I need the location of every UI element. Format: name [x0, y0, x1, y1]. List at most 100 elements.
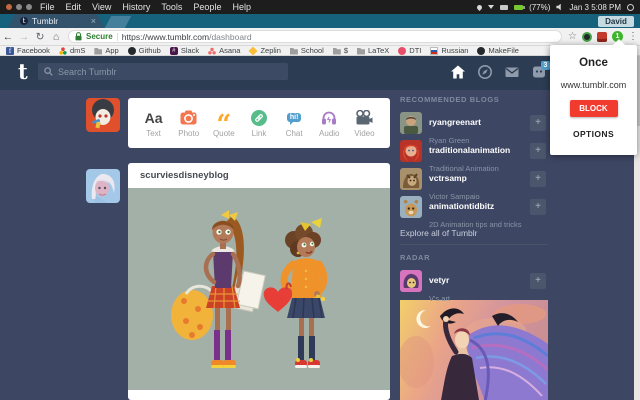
tab-tumblr[interactable]: t Tumblr ×	[8, 14, 104, 28]
network-icon[interactable]	[488, 5, 494, 9]
sidebar-divider	[400, 244, 548, 245]
bookmark-facebook[interactable]: fFacebook	[6, 46, 50, 55]
menu-edit[interactable]: Edit	[66, 2, 82, 12]
blog-row-traditionalanimation[interactable]: traditionalanimationTraditional Animatio…	[400, 140, 548, 168]
blog-avatar	[400, 140, 422, 162]
user-avatar[interactable]	[86, 98, 120, 132]
blog-row-vetyr[interactable]: vetyrV's art +	[400, 270, 548, 298]
bookmark-money-folder[interactable]: $	[333, 46, 348, 55]
follow-button[interactable]: +	[530, 273, 546, 289]
search-input[interactable]	[58, 67, 258, 77]
blog-name[interactable]: traditionalanimation	[429, 145, 510, 155]
radar-artwork[interactable]	[400, 300, 548, 400]
browser-toolbar: ← → ↻ ⌂ Secure https://www.tumblr.com/da…	[0, 28, 640, 46]
blog-name[interactable]: animationtidbitz	[429, 201, 494, 211]
back-button[interactable]: ←	[0, 31, 16, 43]
follow-button[interactable]: +	[530, 171, 546, 187]
blog-row-animationtidbitz[interactable]: animationtidbitz2D Animation tips and tr…	[400, 196, 548, 224]
secure-lock-icon	[75, 32, 82, 41]
messages-envelope-icon[interactable]	[504, 64, 520, 80]
blog-desc: 2D Animation tips and tricks	[429, 220, 522, 229]
bookmark-asana[interactable]: Asana	[208, 46, 240, 55]
tab-close-icon[interactable]: ×	[91, 17, 96, 26]
follow-button[interactable]: +	[530, 143, 546, 159]
app-menu: File Edit View History Tools People Help	[40, 2, 251, 12]
follow-button[interactable]: +	[530, 199, 546, 215]
post-author-avatar-art	[86, 169, 120, 203]
forward-button[interactable]: →	[16, 31, 32, 43]
menu-history[interactable]: History	[122, 2, 150, 12]
menu-people[interactable]: People	[193, 2, 221, 12]
explore-compass-icon[interactable]	[477, 64, 493, 80]
search-icon	[44, 67, 53, 76]
menu-view[interactable]: View	[92, 2, 111, 12]
secure-label: Secure	[86, 32, 113, 41]
post-type-video[interactable]: Video	[348, 109, 380, 138]
post-image-two-girls[interactable]	[128, 188, 390, 390]
blog-name[interactable]: ryangreenart	[429, 117, 481, 127]
blog-name[interactable]: vetyr	[429, 275, 449, 285]
block-button[interactable]: BLOCK	[570, 100, 618, 117]
location-icon[interactable]	[476, 3, 483, 10]
window-minimize-button[interactable]	[16, 4, 22, 10]
tumblr-logo[interactable]: t	[18, 59, 28, 84]
bookmark-star-icon[interactable]: ☆	[568, 32, 577, 42]
dashboard-home-icon[interactable]	[450, 64, 466, 80]
page-url: https://www.tumblr.com/dashboard	[122, 32, 252, 42]
bookmark-makefile[interactable]: MakeFile	[477, 46, 518, 55]
post-type-audio[interactable]: Audio	[313, 109, 345, 138]
folder-icon	[333, 47, 341, 55]
blog-avatar	[400, 168, 422, 190]
bookmark-dti[interactable]: DTI	[398, 46, 421, 55]
volume-icon[interactable]	[556, 4, 563, 11]
post-type-chat[interactable]: hi! Chat	[278, 109, 310, 138]
refresh-button[interactable]: ↻	[32, 31, 48, 43]
clock[interactable]: Jan 3 5:08 PM	[569, 3, 621, 12]
quote-icon: “	[216, 120, 231, 130]
extension-red-icon[interactable]	[597, 32, 607, 42]
post-type-text[interactable]: Aa Text	[138, 109, 170, 138]
bookmark-zeplin[interactable]: Zeplin	[249, 46, 280, 55]
follow-button[interactable]: +	[530, 115, 546, 131]
bookmark-app-folder[interactable]: App	[94, 46, 118, 55]
tumblr-search[interactable]	[38, 63, 288, 80]
bookmark-dms[interactable]: dmS	[59, 46, 85, 55]
menu-file[interactable]: File	[40, 2, 55, 12]
post-type-photo[interactable]: Photo	[173, 109, 205, 138]
browser-profile-name[interactable]: David	[598, 16, 634, 27]
post-type-quote[interactable]: “ Quote	[208, 109, 240, 138]
bookmark-russian[interactable]: Russian	[430, 46, 468, 55]
right-sidebar: RECOMMENDED BLOGS ryangreenartRyan Green…	[400, 95, 548, 400]
bookmark-github[interactable]: Github	[128, 46, 161, 55]
bookmark-school-folder[interactable]: School	[290, 46, 324, 55]
blog-row-ryangreenart[interactable]: ryangreenartRyan Green +	[400, 112, 548, 140]
browser-menu-icon[interactable]: ⋮	[628, 31, 638, 42]
post-author-avatar[interactable]	[86, 169, 120, 203]
post-type-link[interactable]: Link	[243, 109, 275, 138]
bookmark-slack[interactable]: #Slack	[170, 46, 199, 55]
bookmark-latex-folder[interactable]: LaTeX	[357, 46, 389, 55]
battery-icon[interactable]	[514, 5, 523, 10]
browser-home-button[interactable]: ⌂	[48, 31, 64, 43]
menu-tools[interactable]: Tools	[161, 2, 182, 12]
blog-row-vctrsamp[interactable]: vctrsampVictor Sampaio +	[400, 168, 548, 196]
keyboard-icon[interactable]	[500, 5, 508, 10]
extension-green-ring-icon[interactable]	[582, 32, 592, 42]
battery-percent: (77%)	[529, 3, 550, 12]
tumblr-favicon: t	[20, 17, 28, 25]
session-gear-icon[interactable]	[627, 4, 634, 11]
options-button[interactable]: OPTIONS	[550, 129, 637, 139]
new-tab-button[interactable]	[105, 16, 131, 28]
address-bar[interactable]: Secure https://www.tumblr.com/dashboard	[68, 30, 562, 43]
window-controls[interactable]	[6, 4, 32, 10]
window-maximize-button[interactable]	[26, 4, 32, 10]
text-post-icon: Aa	[145, 110, 163, 126]
menu-help[interactable]: Help	[232, 2, 251, 12]
blog-name[interactable]: vctrsamp	[429, 173, 467, 183]
video-camera-icon	[355, 110, 373, 125]
system-tray: (77%) Jan 3 5:08 PM	[477, 3, 640, 12]
post-blog-name[interactable]: scurviesdisneyblog	[140, 170, 229, 181]
drive-icon	[59, 47, 67, 55]
folder-icon	[357, 47, 365, 55]
window-close-button[interactable]	[6, 4, 12, 10]
